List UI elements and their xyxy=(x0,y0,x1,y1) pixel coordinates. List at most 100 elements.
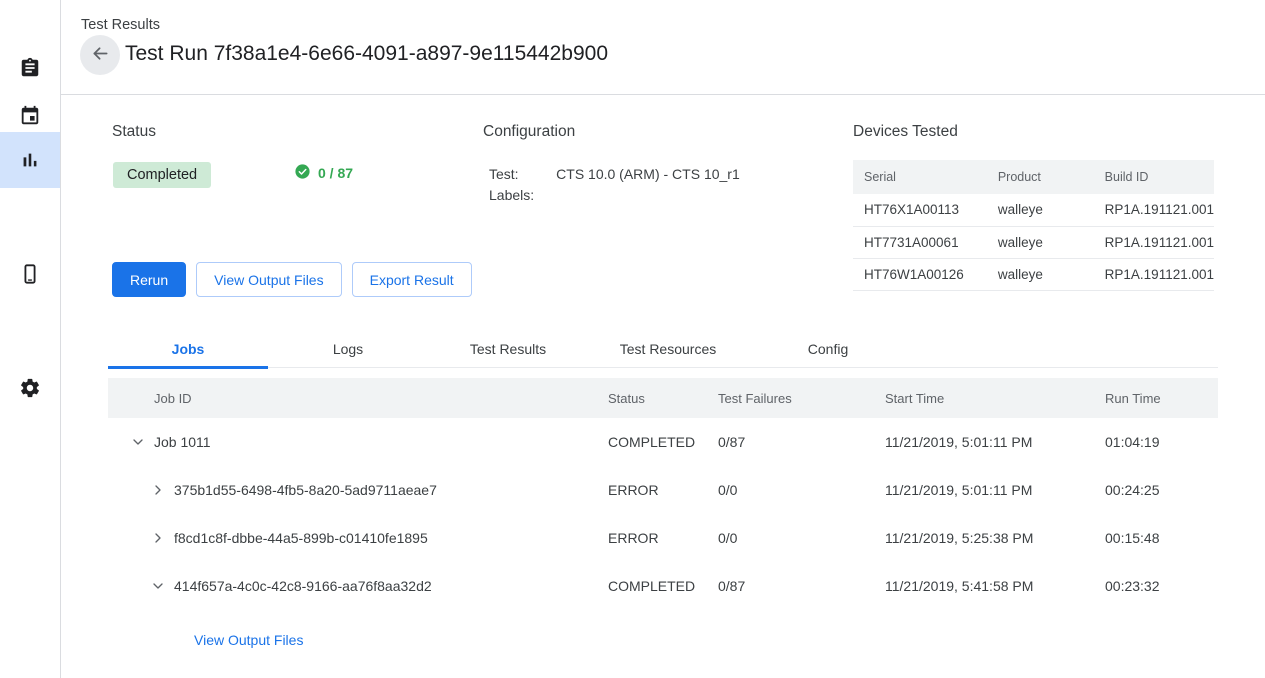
failure-count: 0 / 87 xyxy=(294,163,353,183)
page-title: Test Run 7f38a1e4-6e66-4091-a897-9e11544… xyxy=(125,42,608,66)
job-id-text: 414f657a-4c0c-42c8-9166-aa76f8aa32d2 xyxy=(154,578,432,594)
view-output-files-button[interactable]: View Output Files xyxy=(196,262,341,297)
chevron-right-icon[interactable] xyxy=(148,480,168,500)
device-row: HT76X1A00113walleyeRP1A.191121.001 xyxy=(853,194,1214,226)
rerun-button[interactable]: Rerun xyxy=(112,262,186,297)
arrow-back-icon xyxy=(90,43,111,67)
job-test-failures: 0/87 xyxy=(718,562,885,610)
job-run-time: 00:23:32 xyxy=(1105,562,1218,610)
devices-header-row: Serial Product Build ID xyxy=(853,160,1214,194)
sidebar-item-settings[interactable] xyxy=(0,360,60,416)
jobs-column-job-id: Job ID xyxy=(108,378,608,418)
devices-section-title: Devices Tested xyxy=(853,123,958,141)
devices-table: Serial Product Build ID HT76X1A00113wall… xyxy=(853,160,1214,291)
job-test-failures: 0/87 xyxy=(718,418,885,466)
configuration-value xyxy=(556,185,740,206)
configuration-body: Test:CTS 10.0 (ARM) - CTS 10_r1Labels: xyxy=(489,164,740,206)
configuration-key: Labels: xyxy=(489,185,556,206)
devices-column-build-id: Build ID xyxy=(1094,160,1214,194)
sidebar-item-test-results[interactable] xyxy=(0,132,60,188)
job-id-text: Job 1011 xyxy=(154,434,211,450)
devices-column-product: Product xyxy=(987,160,1094,194)
phone-icon xyxy=(19,263,41,285)
jobs-table-body: Job 1011COMPLETED0/8711/21/2019, 5:01:11… xyxy=(108,418,1218,610)
devices-column-serial: Serial xyxy=(853,160,987,194)
job-id-cell: 375b1d55-6498-4fb5-8a20-5ad9711aeae7 xyxy=(108,466,608,514)
devices-table-body: HT76X1A00113walleyeRP1A.191121.001HT7731… xyxy=(853,194,1214,290)
job-id-text: f8cd1c8f-dbbe-44a5-899b-c01410fe1895 xyxy=(154,530,428,546)
job-status: ERROR xyxy=(608,514,718,562)
job-run-time: 00:24:25 xyxy=(1105,466,1218,514)
job-run-time: 00:15:48 xyxy=(1105,514,1218,562)
job-status: COMPLETED xyxy=(608,562,718,610)
job-start-time: 11/21/2019, 5:25:38 PM xyxy=(885,514,1105,562)
table-row[interactable]: Job 1011 COMPLETED0/8711/21/2019, 5:01:11… xyxy=(108,418,1218,466)
footer-view-output-files-link[interactable]: View Output Files xyxy=(194,632,303,648)
jobs-header-row: Job ID Status Test Failures Start Time R… xyxy=(108,378,1218,418)
job-id-cell: f8cd1c8f-dbbe-44a5-899b-c01410fe1895 xyxy=(108,514,608,562)
sidebar xyxy=(0,0,61,678)
configuration-section-title: Configuration xyxy=(483,123,575,141)
configuration-row: Labels: xyxy=(489,185,740,206)
configuration-row: Test:CTS 10.0 (ARM) - CTS 10_r1 xyxy=(489,164,740,185)
export-result-button[interactable]: Export Result xyxy=(352,262,472,297)
job-id-text: 375b1d55-6498-4fb5-8a20-5ad9711aeae7 xyxy=(154,482,437,498)
page-header: Test Results Test Run 7f38a1e4-6e66-4091… xyxy=(61,0,1265,95)
jobs-column-test-failures: Test Failures xyxy=(718,378,885,418)
devices-table-head: Serial Product Build ID xyxy=(853,160,1214,194)
action-buttons: Rerun View Output Files Export Result xyxy=(112,262,472,297)
device-product: walleye xyxy=(987,226,1094,258)
configuration-value: CTS 10.0 (ARM) - CTS 10_r1 xyxy=(556,164,740,185)
tab-test-resources[interactable]: Test Resources xyxy=(588,329,748,368)
job-status: COMPLETED xyxy=(608,418,718,466)
job-id-wrapper: 414f657a-4c0c-42c8-9166-aa76f8aa32d2 xyxy=(154,578,608,594)
table-row[interactable]: f8cd1c8f-dbbe-44a5-899b-c01410fe1895 ERRO… xyxy=(108,514,1218,562)
job-status: ERROR xyxy=(608,466,718,514)
job-run-time: 01:04:19 xyxy=(1105,418,1218,466)
failure-count-text: 0 / 87 xyxy=(318,165,353,181)
check-circle-icon xyxy=(294,163,311,183)
chevron-down-icon[interactable] xyxy=(148,576,168,596)
jobs-column-status: Status xyxy=(608,378,718,418)
job-id-wrapper: f8cd1c8f-dbbe-44a5-899b-c01410fe1895 xyxy=(154,530,608,546)
device-build-id: RP1A.191121.001 xyxy=(1094,194,1214,226)
job-start-time: 11/21/2019, 5:01:11 PM xyxy=(885,418,1105,466)
job-id-wrapper: Job 1011 xyxy=(154,434,608,450)
device-build-id: RP1A.191121.001 xyxy=(1094,226,1214,258)
device-serial: HT7731A00061 xyxy=(853,226,987,258)
gear-icon xyxy=(19,377,41,399)
clipboard-icon xyxy=(19,57,41,79)
sidebar-item-devices[interactable] xyxy=(0,246,60,302)
device-product: walleye xyxy=(987,258,1094,290)
configuration-key: Test: xyxy=(489,164,556,185)
job-id-cell: 414f657a-4c0c-42c8-9166-aa76f8aa32d2 xyxy=(108,562,608,610)
job-id-cell: Job 1011 xyxy=(108,418,608,466)
job-test-failures: 0/0 xyxy=(718,466,885,514)
tab-jobs[interactable]: Jobs xyxy=(108,329,268,368)
status-badge: Completed xyxy=(113,162,211,188)
device-row: HT76W1A00126walleyeRP1A.191121.001 xyxy=(853,258,1214,290)
chevron-right-icon[interactable] xyxy=(148,528,168,548)
device-row: HT7731A00061walleyeRP1A.191121.001 xyxy=(853,226,1214,258)
device-product: walleye xyxy=(987,194,1094,226)
table-row[interactable]: 375b1d55-6498-4fb5-8a20-5ad9711aeae7 ERRO… xyxy=(108,466,1218,514)
configuration-table: Test:CTS 10.0 (ARM) - CTS 10_r1Labels: xyxy=(489,164,740,206)
jobs-table-head: Job ID Status Test Failures Start Time R… xyxy=(108,378,1218,418)
device-serial: HT76X1A00113 xyxy=(853,194,987,226)
back-button[interactable] xyxy=(80,35,120,75)
tab-logs[interactable]: Logs xyxy=(268,329,428,368)
tab-test-results[interactable]: Test Results xyxy=(428,329,588,368)
jobs-column-run-time: Run Time xyxy=(1105,378,1218,418)
tab-bar: JobsLogsTest ResultsTest ResourcesConfig xyxy=(108,329,1218,368)
tab-config[interactable]: Config xyxy=(748,329,908,368)
calendar-icon xyxy=(19,105,41,127)
job-test-failures: 0/0 xyxy=(718,514,885,562)
chevron-down-icon[interactable] xyxy=(128,432,148,452)
device-serial: HT76W1A00126 xyxy=(853,258,987,290)
job-start-time: 11/21/2019, 5:41:58 PM xyxy=(885,562,1105,610)
table-row[interactable]: 414f657a-4c0c-42c8-9166-aa76f8aa32d2 COMP… xyxy=(108,562,1218,610)
jobs-table: Job ID Status Test Failures Start Time R… xyxy=(108,378,1218,610)
device-build-id: RP1A.191121.001 xyxy=(1094,258,1214,290)
app-root: Test Results Test Run 7f38a1e4-6e66-4091… xyxy=(0,0,1265,678)
status-section-title: Status xyxy=(112,123,156,141)
